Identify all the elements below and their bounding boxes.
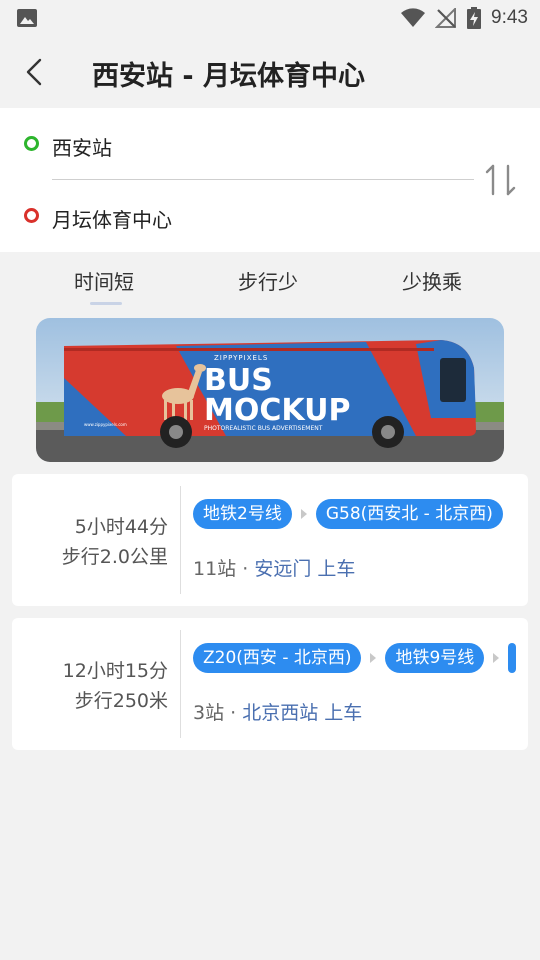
segment-pill: 地铁9号线 bbox=[385, 643, 485, 673]
no-signal-icon bbox=[435, 8, 457, 28]
origin-field[interactable]: 西安站 bbox=[52, 132, 112, 161]
tab-shortest-time[interactable]: 时间短 bbox=[74, 266, 134, 295]
top-bar: 西安站 - 月坛体育中心 bbox=[0, 36, 540, 108]
route-plan-card[interactable]: 12小时15分 步行250米 Z20(西安 - 北京西) 地铁9号线 3站 · … bbox=[12, 618, 528, 750]
banner-headline-2: MOCKUP bbox=[204, 393, 350, 428]
stop-count: 11站 bbox=[193, 558, 237, 580]
status-bar: 9:43 bbox=[0, 0, 540, 36]
segment-pill: Z20(西安 - 北京西) bbox=[193, 643, 362, 673]
transfer-arrow-icon bbox=[361, 643, 385, 673]
origin-dot-icon bbox=[24, 136, 39, 151]
separator-dot: · bbox=[242, 558, 249, 580]
segment-pill: G58(西安北 - 北京西) bbox=[315, 499, 503, 529]
segment-pill: 地铁2号线 bbox=[193, 499, 292, 529]
stop-count: 3站 bbox=[193, 702, 225, 724]
banner-tagline: PHOTOREALISTIC BUS ADVERTISEMENT bbox=[204, 425, 323, 432]
divider bbox=[180, 630, 181, 738]
banner-brand: ZIPPYPIXELS bbox=[214, 354, 268, 362]
divider bbox=[180, 486, 181, 594]
ad-banner[interactable]: ZIPPYPIXELS BUS MOCKUP PHOTOREALISTIC BU… bbox=[36, 318, 504, 462]
sort-tabs: 时间短 步行少 少换乘 bbox=[0, 252, 540, 308]
plan-walk-distance: 步行2.0公里 bbox=[61, 546, 168, 568]
page-title: 西安站 - 月坛体育中心 bbox=[92, 61, 366, 92]
bus-ad-image: ZIPPYPIXELS BUS MOCKUP PHOTOREALISTIC BU… bbox=[36, 318, 504, 462]
segment-pill-truncated bbox=[508, 643, 517, 673]
transfer-arrow-icon bbox=[292, 499, 316, 529]
plan-walk-distance: 步行250米 bbox=[74, 690, 168, 712]
boarding-info: 3站 · 北京西站 上车 bbox=[193, 698, 362, 725]
back-button[interactable] bbox=[20, 56, 52, 88]
boarding-info: 11站 · 安远门 上车 bbox=[193, 554, 355, 581]
route-panel: 西安站 月坛体育中心 bbox=[0, 108, 540, 252]
segment-list: Z20(西安 - 北京西) 地铁9号线 bbox=[193, 642, 517, 674]
boarding-station: 安远门 上车 bbox=[254, 558, 356, 580]
clock: 9:43 bbox=[491, 7, 528, 28]
destination-field[interactable]: 月坛体育中心 bbox=[52, 204, 172, 233]
route-plan-card[interactable]: 5小时44分 步行2.0公里 地铁2号线 G58(西安北 - 北京西) 11站 … bbox=[12, 474, 528, 606]
plan-duration: 5小时44分 bbox=[74, 516, 168, 538]
divider bbox=[52, 179, 474, 180]
wifi-icon bbox=[401, 8, 426, 27]
plan-summary: 12小时15分 步行250米 bbox=[12, 618, 168, 750]
tab-indicator bbox=[90, 302, 122, 305]
tab-least-walking[interactable]: 步行少 bbox=[238, 266, 298, 295]
transfer-arrow-icon bbox=[484, 643, 508, 673]
destination-dot-icon bbox=[24, 208, 39, 223]
swap-route-button[interactable] bbox=[482, 160, 520, 200]
plan-summary: 5小时44分 步行2.0公里 bbox=[12, 474, 168, 606]
tab-fewest-transfers[interactable]: 少换乘 bbox=[402, 266, 462, 295]
plan-duration: 12小时15分 bbox=[62, 660, 168, 682]
banner-url: www.zippypixels.com bbox=[84, 422, 127, 427]
gallery-notification-icon bbox=[17, 9, 37, 27]
battery-charging-icon bbox=[467, 7, 482, 29]
boarding-station: 北京西站 上车 bbox=[242, 702, 363, 724]
segment-list: 地铁2号线 G58(西安北 - 北京西) bbox=[193, 498, 503, 530]
separator-dot: · bbox=[230, 702, 237, 724]
